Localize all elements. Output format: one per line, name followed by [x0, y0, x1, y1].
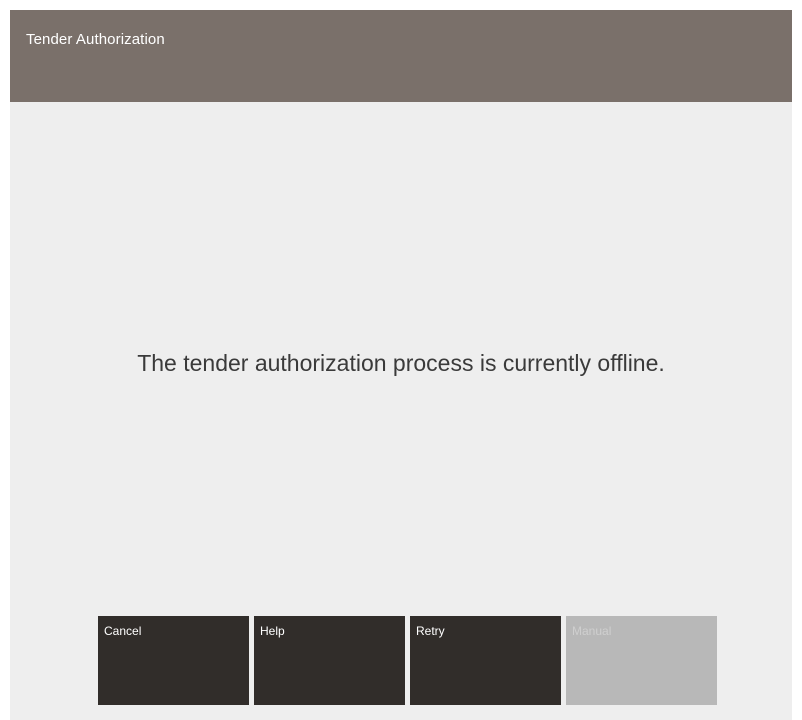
- manual-button: Manual: [566, 616, 717, 705]
- title-bar: Tender Authorization: [10, 10, 792, 102]
- cancel-button[interactable]: Cancel: [98, 616, 249, 705]
- cancel-button-label: Cancel: [104, 624, 142, 638]
- action-button-row: Cancel Help Retry Manual: [98, 616, 722, 708]
- retry-button-label: Retry: [416, 624, 445, 638]
- page-title: Tender Authorization: [26, 31, 165, 48]
- manual-button-label: Manual: [572, 624, 612, 638]
- help-button[interactable]: Help: [254, 616, 405, 705]
- status-message: The tender authorization process is curr…: [137, 350, 665, 376]
- help-button-label: Help: [260, 624, 285, 638]
- tender-authorization-dialog: Tender Authorization The tender authoriz…: [10, 10, 792, 720]
- retry-button[interactable]: Retry: [410, 616, 561, 705]
